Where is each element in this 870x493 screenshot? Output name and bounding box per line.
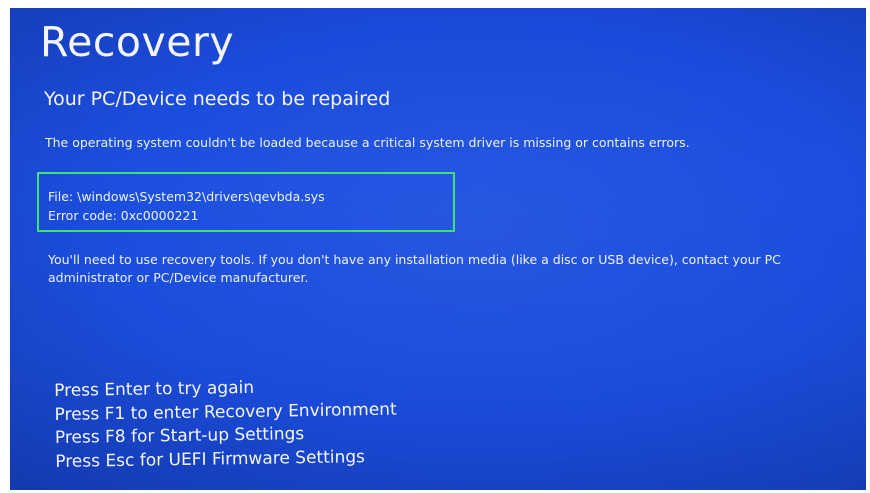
- recovery-screen: Recovery Your PC/Device needs to be repa…: [10, 8, 866, 490]
- recovery-options-list: Press Enter to try again Press F1 to ent…: [54, 375, 398, 474]
- option-esc-uefi-firmware-settings[interactable]: Press Esc for UEFI Firmware Settings: [55, 445, 397, 474]
- page-subtitle: Your PC/Device needs to be repaired: [44, 88, 391, 110]
- error-code: Error code: 0xc0000221: [48, 208, 199, 223]
- page-title: Recovery: [40, 18, 235, 66]
- recovery-tools-message: You'll need to use recovery tools. If yo…: [48, 252, 781, 285]
- error-file-path: File: \windows\System32\drivers\qevbda.s…: [48, 189, 325, 204]
- photo-frame: Recovery Your PC/Device needs to be repa…: [0, 0, 870, 493]
- error-description: The operating system couldn't be loaded …: [45, 135, 690, 150]
